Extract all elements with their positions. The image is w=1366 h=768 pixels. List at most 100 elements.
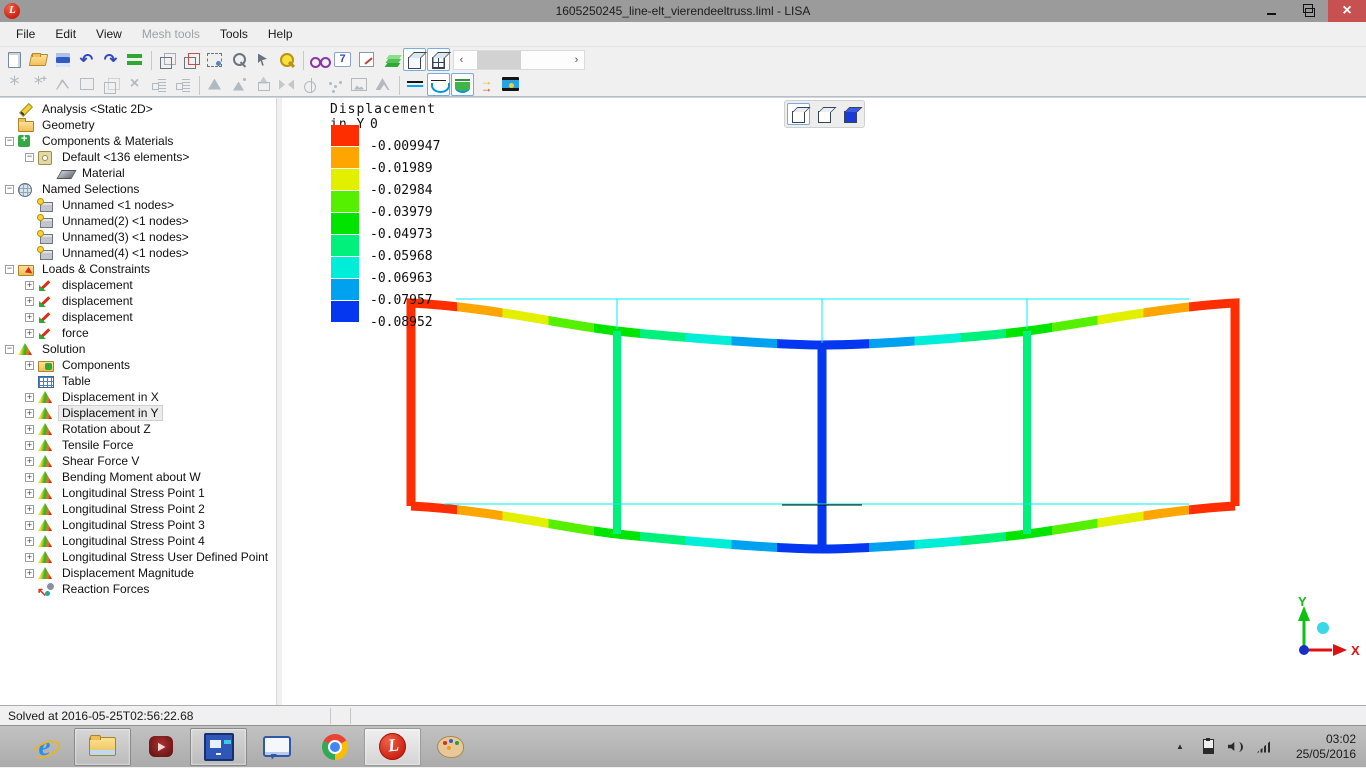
tree-item[interactable]: Components & Materials bbox=[0, 133, 276, 149]
refine-local-button[interactable] bbox=[227, 73, 250, 96]
tree-item[interactable]: Displacement in X bbox=[0, 389, 276, 405]
tree-item[interactable]: Geometry bbox=[0, 117, 276, 133]
zoom-button[interactable] bbox=[227, 48, 250, 71]
expand-toggle[interactable] bbox=[25, 389, 37, 405]
expand-toggle[interactable] bbox=[25, 453, 37, 469]
tree-item[interactable]: Displacement in Y bbox=[0, 405, 276, 421]
expand-toggle[interactable] bbox=[25, 421, 37, 437]
polyline-button[interactable] bbox=[51, 73, 74, 96]
volume-icon[interactable] bbox=[1228, 739, 1244, 755]
expand-toggle[interactable] bbox=[5, 117, 17, 133]
solve-button[interactable] bbox=[123, 48, 146, 71]
tree-item[interactable]: Table bbox=[0, 373, 276, 389]
node-coordinates-button[interactable] bbox=[147, 73, 170, 96]
tree-item[interactable]: Longitudinal Stress Point 2 bbox=[0, 501, 276, 517]
tree-item[interactable]: Components bbox=[0, 357, 276, 373]
scatter-nodes-button[interactable] bbox=[323, 73, 346, 96]
tree-item[interactable]: force bbox=[0, 325, 276, 341]
taskbar-chrome[interactable] bbox=[306, 728, 363, 766]
expand-toggle[interactable] bbox=[25, 277, 37, 293]
expand-toggle[interactable] bbox=[25, 501, 37, 517]
zoom-extents-button[interactable] bbox=[275, 48, 298, 71]
expand-toggle[interactable] bbox=[25, 373, 37, 389]
tree-item[interactable]: displacement bbox=[0, 293, 276, 309]
menu-mesh-tools[interactable]: Mesh tools bbox=[132, 23, 210, 45]
tree-item[interactable]: Longitudinal Stress Point 3 bbox=[0, 517, 276, 533]
tree-item[interactable]: Reaction Forces bbox=[0, 581, 276, 599]
node-list-button[interactable] bbox=[171, 73, 194, 96]
shaded-view-toggle[interactable] bbox=[403, 48, 426, 71]
expand-toggle[interactable] bbox=[5, 341, 17, 357]
taskbar-media-player[interactable] bbox=[132, 728, 189, 766]
view-mode-hidden-line-button[interactable] bbox=[813, 103, 836, 125]
delete-button[interactable] bbox=[123, 73, 146, 96]
tree-item[interactable]: Default <136 elements> bbox=[0, 149, 276, 165]
revolve-button[interactable] bbox=[299, 73, 322, 96]
undeformed-view-button[interactable] bbox=[403, 73, 426, 96]
expand-toggle[interactable] bbox=[25, 469, 37, 485]
show-loads-button[interactable] bbox=[475, 73, 498, 96]
add-node-button[interactable] bbox=[27, 73, 50, 96]
save-button[interactable] bbox=[51, 48, 74, 71]
animation-button[interactable] bbox=[499, 73, 522, 96]
tree-item[interactable]: Longitudinal Stress User Defined Point bbox=[0, 549, 276, 565]
tree-item[interactable]: Unnamed(2) <1 nodes> bbox=[0, 213, 276, 229]
element-edges-toggle[interactable] bbox=[427, 48, 450, 71]
menu-tools[interactable]: Tools bbox=[210, 23, 258, 45]
redo-button[interactable] bbox=[99, 48, 122, 71]
scroll-left-icon[interactable]: ‹ bbox=[454, 51, 469, 69]
toolbar-scrollbar[interactable]: ‹ › bbox=[453, 49, 585, 70]
taskbar-paint[interactable] bbox=[422, 728, 479, 766]
expand-toggle[interactable] bbox=[5, 101, 17, 117]
expand-toggle[interactable] bbox=[25, 405, 37, 421]
tree-item[interactable]: Longitudinal Stress Point 1 bbox=[0, 485, 276, 501]
taskbar-clock[interactable]: 03:02 25/05/2016 bbox=[1284, 732, 1356, 762]
restore-button[interactable] bbox=[1290, 0, 1328, 22]
taskbar-messenger[interactable] bbox=[248, 728, 305, 766]
model-viewport[interactable]: Y X Displacement in Y 0-0.009947-0.01989… bbox=[282, 98, 1366, 705]
hidden-icons-chevron-icon[interactable] bbox=[1172, 739, 1188, 755]
display-options-button[interactable] bbox=[307, 48, 331, 71]
orientation-button[interactable] bbox=[179, 48, 202, 71]
expand-toggle[interactable] bbox=[25, 357, 37, 373]
expand-toggle[interactable] bbox=[25, 437, 37, 453]
expand-toggle[interactable] bbox=[25, 213, 37, 229]
extrude-button[interactable] bbox=[251, 73, 274, 96]
scroll-right-icon[interactable]: › bbox=[569, 51, 584, 69]
tree-item[interactable]: Unnamed(4) <1 nodes> bbox=[0, 245, 276, 261]
expand-toggle[interactable] bbox=[25, 197, 37, 213]
tree-item[interactable]: Displacement Magnitude bbox=[0, 565, 276, 581]
tree-item[interactable]: Material bbox=[0, 165, 276, 181]
minimize-button[interactable] bbox=[1252, 0, 1290, 22]
pan-button[interactable] bbox=[251, 48, 274, 71]
close-button[interactable] bbox=[1328, 0, 1366, 22]
expand-toggle[interactable] bbox=[25, 517, 37, 533]
expand-toggle[interactable] bbox=[5, 261, 17, 277]
expand-toggle[interactable] bbox=[25, 549, 37, 565]
layers-button[interactable] bbox=[379, 48, 402, 71]
element-quality-button[interactable] bbox=[371, 73, 394, 96]
open-file-button[interactable] bbox=[27, 48, 50, 71]
battery-icon[interactable] bbox=[1200, 737, 1216, 755]
cuboid-button[interactable] bbox=[99, 73, 122, 96]
expand-toggle[interactable] bbox=[25, 325, 37, 341]
taskbar-file-explorer[interactable] bbox=[74, 727, 131, 766]
expand-toggle[interactable] bbox=[25, 309, 37, 325]
expand-toggle[interactable] bbox=[25, 533, 37, 549]
tree-item[interactable]: Loads & Constraints bbox=[0, 261, 276, 277]
view-mode-wireframe-button[interactable] bbox=[787, 103, 810, 125]
expand-toggle[interactable] bbox=[25, 229, 37, 245]
deformed-view-toggle[interactable] bbox=[427, 72, 450, 96]
mirror-button[interactable] bbox=[275, 73, 298, 96]
expand-toggle[interactable] bbox=[25, 565, 37, 581]
tree-item[interactable]: displacement bbox=[0, 309, 276, 325]
menu-help[interactable]: Help bbox=[258, 23, 303, 45]
taskbar-lisa[interactable] bbox=[364, 727, 421, 766]
box-select-button[interactable] bbox=[203, 48, 226, 71]
sketch-button[interactable] bbox=[355, 48, 378, 71]
view-mode-solid-button[interactable] bbox=[839, 103, 862, 125]
expand-toggle[interactable] bbox=[25, 149, 37, 165]
expand-toggle[interactable] bbox=[5, 133, 17, 149]
tree-item[interactable]: Tensile Force bbox=[0, 437, 276, 453]
expand-toggle[interactable] bbox=[25, 293, 37, 309]
